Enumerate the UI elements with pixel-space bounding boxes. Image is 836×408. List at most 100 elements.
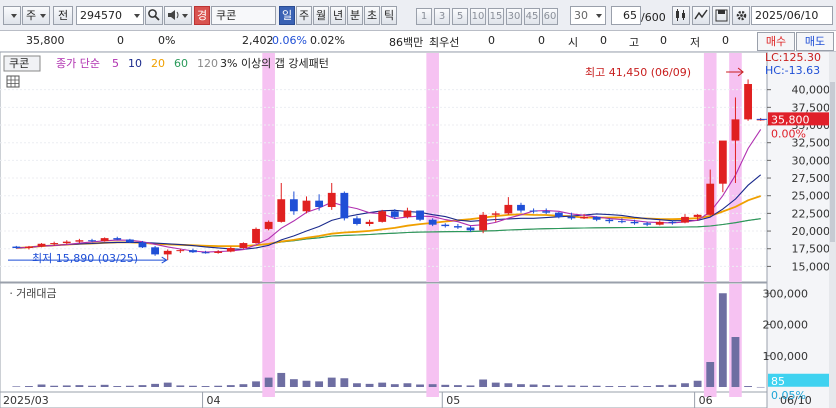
volume-bar [25,386,33,387]
candle [151,247,160,255]
volume-bar [353,383,361,387]
minute-button-10[interactable]: 10 [470,8,486,25]
scrollbar-thumb[interactable] [830,82,835,242]
candle [226,248,235,252]
code-input[interactable]: 294570 [76,6,144,25]
candle [327,192,336,208]
candle [517,204,525,211]
candle [441,224,450,227]
tab-period-3[interactable]: 년 [330,6,346,25]
market-select[interactable]: 주 [22,6,50,25]
price-tick-label: 17,500 [792,243,831,256]
minute-button-45[interactable]: 45 [524,8,540,25]
grid-icon[interactable] [6,75,20,88]
sell-button[interactable]: 매도 [796,32,834,51]
candle [214,251,223,253]
volume-bar [655,385,664,387]
volume-bar [75,385,84,387]
toolbar: 주 전 294570 경 쿠콘 일주월년분초틱 1 3 5 10 15 30 45 60 30… [0,0,836,31]
minute-button-15[interactable]: 15 [488,8,504,25]
speaker-icon[interactable] [164,6,192,25]
quote-bar: 35,800 0 0% 2,402 0.06% 0.02% 86백만 최우선 0… [0,31,836,52]
tab-period-0[interactable]: 일 [279,6,295,25]
volume-bar [668,384,677,387]
volume-bar [163,382,172,387]
price-tick-label: 40,000 [792,84,831,97]
tab-period-1[interactable]: 주 [296,6,312,25]
price-tick-label: 20,000 [792,225,831,238]
type-button[interactable]: 전 [53,6,73,25]
candle [125,239,134,243]
tab-period-4[interactable]: 분 [347,6,363,25]
volume-bar [252,381,260,387]
legend-name: 쿠콘 [9,57,29,70]
volume-bar [88,385,96,387]
minute-button-3[interactable]: 3 [434,8,450,25]
high-annotation: 최고 41,450 (06/09) [585,66,691,79]
high-label: 고 [629,36,640,49]
volume-title: ㆍ거래대금 [6,287,57,300]
volume-tick-label: 200,000 [763,319,809,332]
quote-volume: 2,402 [242,34,274,47]
open-value: 0 [600,34,607,47]
minute-button-30[interactable]: 30 [506,8,522,25]
quote-change-pct: 0% [158,34,176,47]
candle [75,240,84,242]
volume-bar [529,384,538,387]
candle [681,216,689,223]
volume-bar [50,385,59,387]
volume-bar [731,337,740,387]
volume-bar [542,385,551,387]
candle [592,216,601,220]
volume-bar [567,385,576,387]
volume-bar [580,385,588,387]
date-input[interactable]: 2025/06/10 [751,6,833,25]
volume-bar [605,386,614,387]
candle [25,246,33,249]
volume-bar [189,385,197,387]
tab-period-2[interactable]: 월 [313,6,329,25]
quote-turnover: 0.06% [272,34,307,47]
candle-type-icon[interactable] [672,6,690,25]
volume-tick-label: 100,000 [763,350,809,363]
best-ask: 0 [538,34,545,47]
gear-icon[interactable] [732,6,750,25]
candle [239,243,248,249]
candle [731,119,740,141]
pattern-highlight-vol-1 [426,284,439,397]
volume-bar [151,383,160,387]
candle [466,227,475,231]
chart-area[interactable]: 15,000 17,500 20,000 22,500 25,000 27,500 30,0… [0,52,836,408]
candle [365,221,374,224]
count-input[interactable]: 65 [611,6,641,25]
volume-bar [630,385,639,387]
tab-period-5[interactable]: 초 [364,6,380,25]
tab-period-6[interactable]: 틱 [381,6,397,25]
max-count: /600 [641,11,666,24]
x-tick-label: 2025/03 [3,394,49,407]
volume-bar [517,384,525,387]
legend-ma-120: 120 [197,57,218,70]
volume-bar [617,386,626,387]
minute-button-5[interactable]: 5 [452,8,468,25]
candle [289,199,298,212]
search-icon[interactable] [145,6,163,25]
minute-button-1[interactable]: 1 [416,8,432,25]
volume-bar [504,383,513,387]
volume-bar [466,385,475,387]
interval-select[interactable]: 30 [570,6,606,25]
candle [605,219,614,222]
volume-bar [403,383,412,387]
menu-button[interactable] [3,6,21,25]
volume-bar [718,293,727,387]
buy-button[interactable]: 매수 [757,32,795,51]
quote-change: 0 [117,34,124,47]
minute-button-60[interactable]: 60 [542,8,558,25]
open-label: 시 [568,36,579,49]
legend-ma-60: 60 [174,57,188,70]
volume-tick-label: 300,000 [763,287,809,300]
candle [554,212,563,217]
compare-icon[interactable] [692,6,710,25]
best-label: 최우선 [429,36,460,49]
save-icon[interactable] [712,6,730,25]
